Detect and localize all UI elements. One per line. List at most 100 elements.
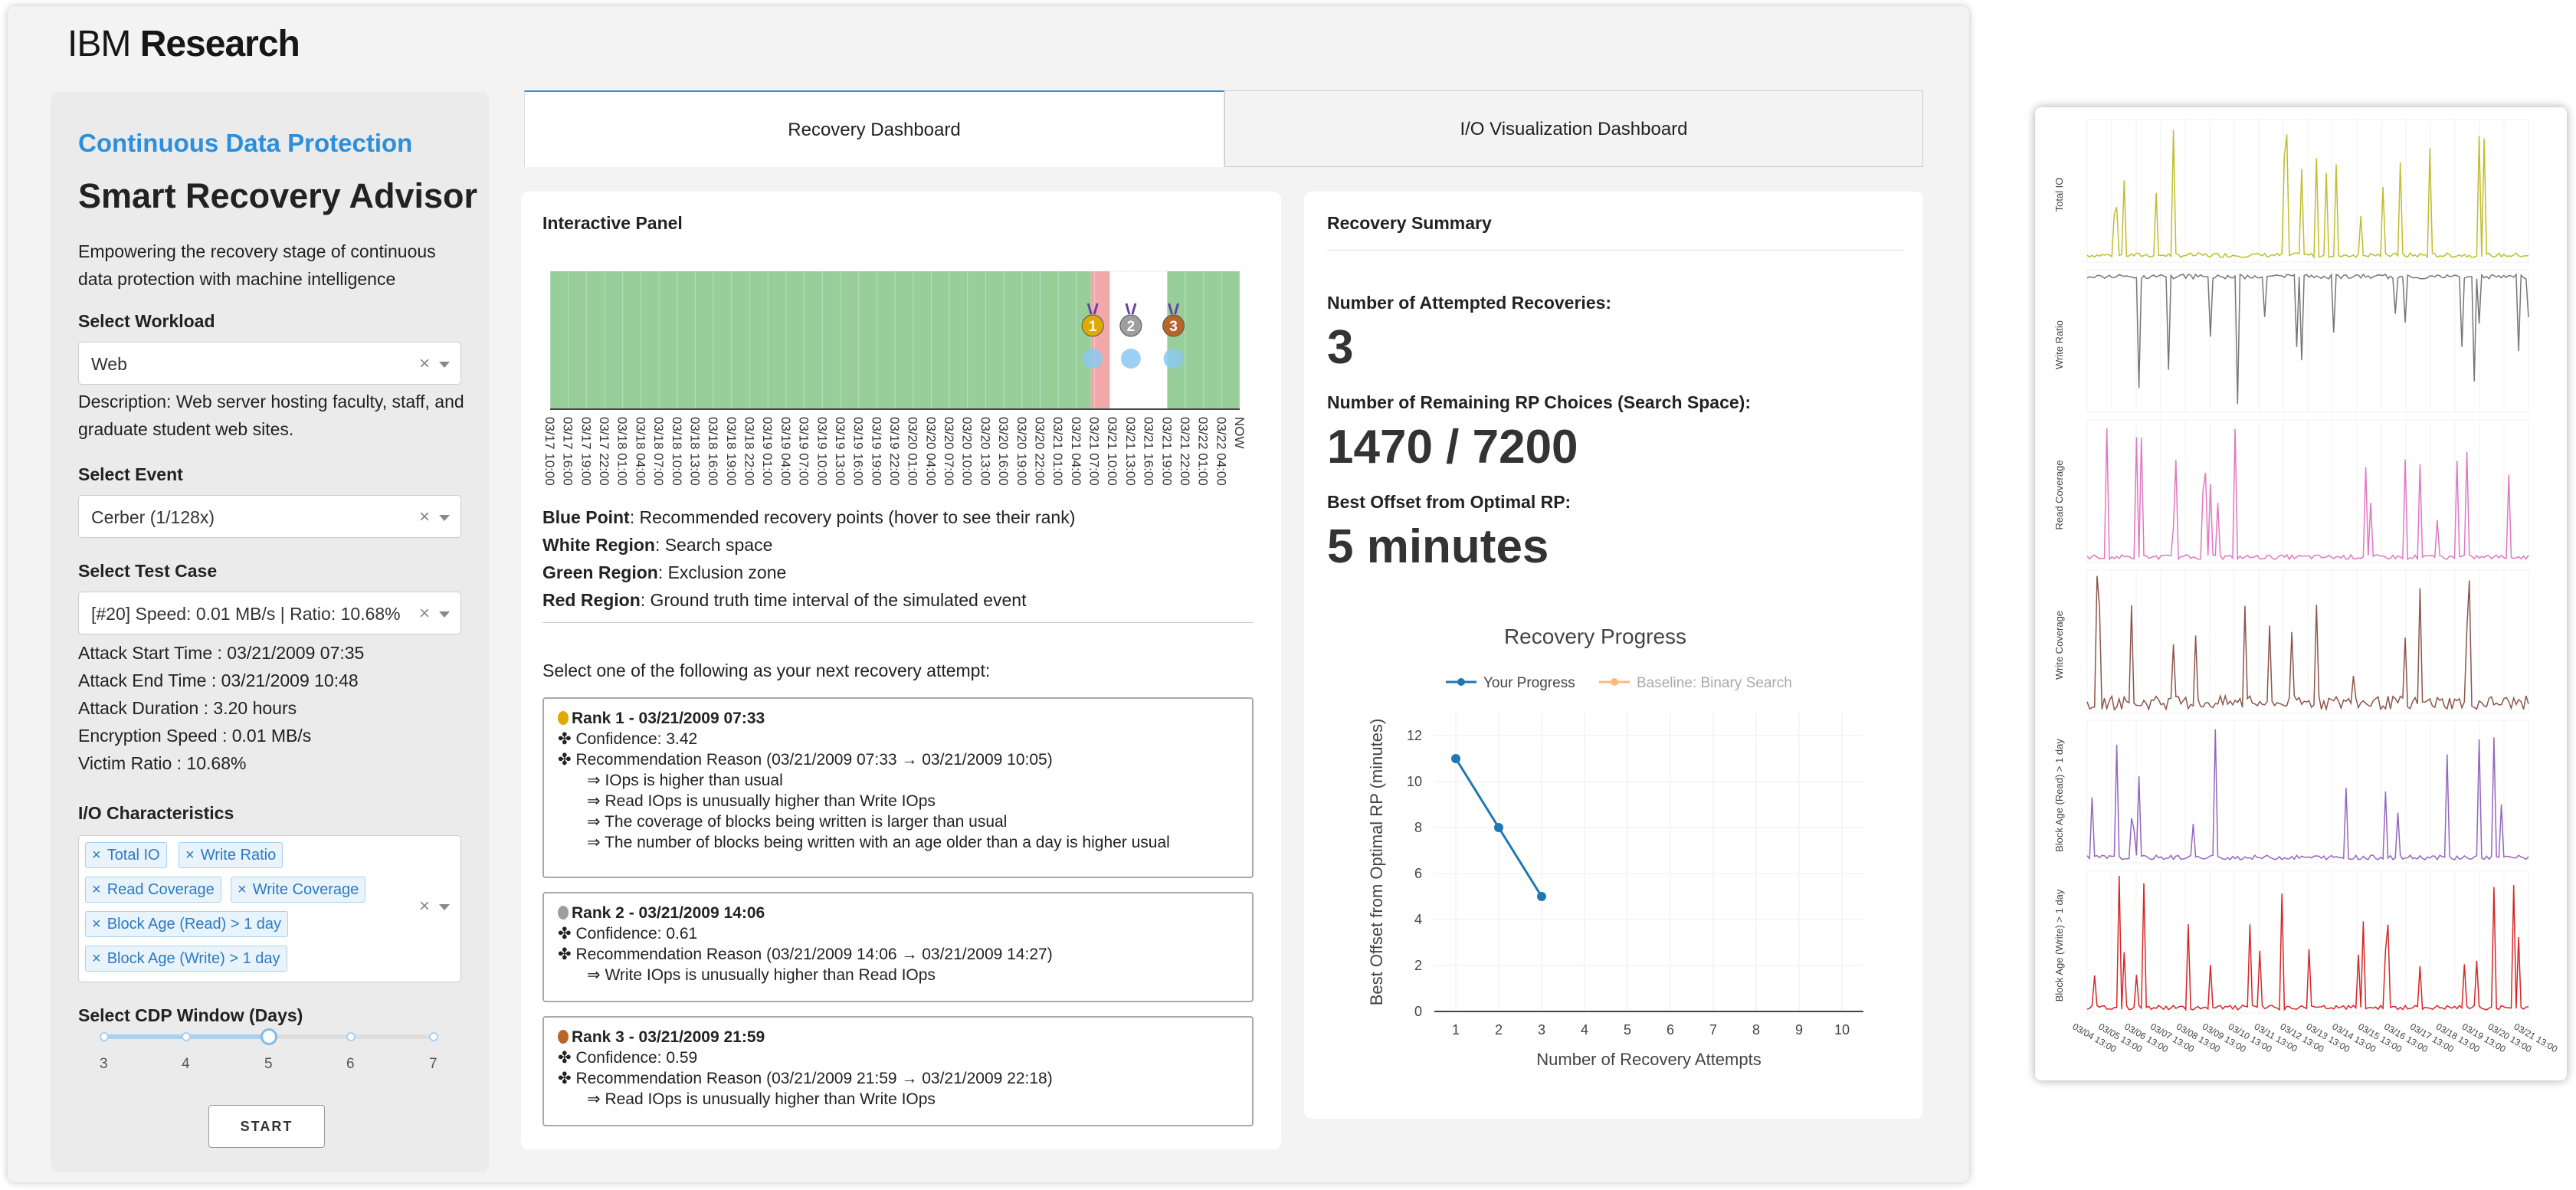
timeline-chart[interactable]: 03/17 10:00 03/17 16:00 03/17 19:00 03/17 2…	[539, 253, 1252, 490]
io-tag[interactable]: × Write Ratio	[179, 842, 283, 868]
test-case-value: [#20] Speed: 0.01 MB/s | Ratio: 10.68%	[91, 604, 401, 624]
timeline-tick-label: 03/22 01:00	[1196, 417, 1211, 486]
legend-term: Red Region	[542, 590, 641, 610]
x-tick-label: 2	[1495, 1022, 1503, 1038]
start-button[interactable]: START	[208, 1105, 325, 1148]
app-heading: Smart Recovery Advisor	[78, 176, 478, 215]
encryption-speed: Encryption Speed : 0.01 MB/s	[78, 726, 312, 746]
chevron-down-icon[interactable]	[439, 515, 450, 521]
chart-title: Recovery Progress	[1504, 625, 1686, 648]
tab-io-visualization[interactable]: I/O Visualization Dashboard	[1224, 90, 1923, 167]
timeline-tick-label: NOW	[1232, 417, 1247, 449]
io-tag[interactable]: × Block Age (Write) > 1 day	[85, 946, 287, 972]
clear-icon[interactable]: ×	[419, 353, 430, 375]
recommendation-card-rank-2[interactable]: Rank 2 - 03/21/2009 14:06 ✤ Confidence: …	[542, 892, 1254, 1002]
divider	[542, 622, 1254, 623]
timeline-tick-label: 03/18 01:00	[615, 417, 630, 486]
y-tick-label: 2	[1414, 958, 1422, 973]
legend-term: Green Region	[542, 562, 658, 582]
io-multiselect[interactable]: × Total IO × Write Ratio × Read Coverage × W…	[78, 835, 461, 982]
clear-icon[interactable]: ×	[419, 506, 430, 528]
rec-confidence: Confidence: 0.59	[575, 1049, 698, 1067]
remove-tag-icon[interactable]: ×	[92, 881, 101, 898]
slider-tick-label: 7	[429, 1056, 438, 1072]
timeline-tick-label: 03/20 01:00	[906, 417, 920, 486]
legend-label-baseline: Baseline: Binary Search	[1637, 675, 1792, 691]
legend-red-region: Red Region: Ground truth time interval o…	[542, 590, 1026, 611]
rec-bullet: IOps is higher than usual	[605, 772, 783, 789]
legend-marker-baseline	[1611, 678, 1618, 686]
io-tag[interactable]: × Block Age (Read) > 1 day	[85, 911, 289, 937]
chevron-down-icon[interactable]	[439, 904, 450, 910]
io-visualization-window: Total IO Write Ratio Read Coverage Write Co…	[2035, 107, 2567, 1080]
chevron-down-icon[interactable]	[439, 362, 450, 368]
tab-bar: Recovery Dashboard I/O Visualization Das…	[524, 90, 1923, 167]
offset-label: Best Offset from Optimal RP:	[1327, 492, 1571, 512]
ibm-research-logo: IBM Research	[67, 23, 300, 65]
timeline-tick-label: 03/21 22:00	[1178, 417, 1192, 486]
remove-tag-icon[interactable]: ×	[92, 916, 101, 933]
legend-desc: : Search space	[654, 535, 773, 555]
clear-icon[interactable]: ×	[419, 603, 430, 625]
rec-bullet: Read IOps is unusually higher than Write…	[605, 1090, 936, 1108]
slider-handle[interactable]	[261, 1028, 277, 1045]
y-tick-label: 8	[1414, 820, 1422, 835]
timeline-tick-label: 03/21 07:00	[1087, 417, 1102, 486]
event-select[interactable]: Cerber (1/128x) ×	[78, 495, 461, 538]
io-tag[interactable]: × Total IO	[85, 842, 167, 868]
io-tag[interactable]: × Read Coverage	[85, 877, 221, 903]
y-tick-label: 4	[1414, 912, 1422, 927]
test-case-label: Select Test Case	[78, 561, 218, 581]
remove-tag-icon[interactable]: ×	[92, 950, 101, 967]
victim-ratio: Victim Ratio : 10.68%	[78, 753, 247, 773]
io-tag-label: Read Coverage	[107, 881, 215, 898]
legend-desc: : Exclusion zone	[657, 562, 787, 582]
timeline-tick-label: 03/20 13:00	[978, 417, 992, 486]
timeline-tick-label: 03/19 19:00	[869, 417, 883, 486]
slider-tick-label: 3	[100, 1056, 108, 1072]
io-label: I/O Characteristics	[78, 803, 234, 823]
timeline-tick-label: 03/19 22:00	[887, 417, 902, 486]
chevron-down-icon[interactable]	[439, 611, 450, 618]
divider	[1327, 250, 1903, 251]
remove-tag-icon[interactable]: ×	[185, 847, 195, 864]
timeline-tick-label: 03/18 04:00	[633, 417, 647, 486]
x-tick-label: 5	[1624, 1022, 1631, 1038]
workload-select[interactable]: Web ×	[78, 342, 461, 385]
recommendation-card-rank-3[interactable]: Rank 3 - 03/21/2009 21:59 ✤ Confidence: …	[542, 1016, 1254, 1126]
timeline-tick-label: 03/20 19:00	[1014, 417, 1029, 486]
clear-icon[interactable]: ×	[419, 896, 430, 917]
rec-title: Rank 1 - 03/21/2009 07:33	[572, 710, 765, 727]
timeline-tick-label: 03/18 07:00	[651, 417, 666, 486]
timeline-tick-label: 03/17 19:00	[578, 417, 593, 486]
interactive-panel: Interactive Panel 03/17 10:00 03/17 16:00…	[521, 192, 1281, 1149]
timeline-tick-label: 03/21 04:00	[1069, 417, 1083, 486]
search-space-region	[1109, 270, 1168, 410]
rec-confidence: Confidence: 3.42	[575, 730, 698, 748]
timeline-tick-label: 03/17 16:00	[561, 417, 575, 486]
rank-number: 2	[1127, 319, 1136, 335]
remove-tag-icon[interactable]: ×	[92, 847, 101, 864]
x-tick-label: 3	[1538, 1022, 1545, 1038]
rec-confidence: Confidence: 0.61	[575, 925, 698, 942]
test-case-select[interactable]: [#20] Speed: 0.01 MB/s | Ratio: 10.68% ×	[78, 592, 461, 634]
io-multi-chart[interactable]: Total IO Write Ratio Read Coverage Write Co…	[2035, 107, 2567, 1080]
legend-white-region: White Region: Search space	[542, 535, 772, 556]
legend-desc: : Recommended recovery points (hover to …	[629, 507, 1076, 527]
io-tag[interactable]: × Write Coverage	[231, 877, 366, 903]
recovery-progress-chart[interactable]: Recovery Progress Your Progress Baseline: …	[1335, 613, 1886, 1088]
slider-tick-dot	[346, 1032, 356, 1041]
timeline-tick-label: 03/20 04:00	[923, 417, 938, 486]
x-axis-label: Number of Recovery Attempts	[1536, 1050, 1761, 1069]
recommendation-card-rank-1[interactable]: Rank 1 - 03/21/2009 07:33 ✤ Confidence: …	[542, 697, 1254, 878]
rec-bullet: The coverage of blocks being written is …	[605, 813, 1008, 831]
remove-tag-icon[interactable]: ×	[238, 881, 247, 898]
x-tick-label: 9	[1795, 1022, 1803, 1038]
sidebar-title: Continuous Data Protection	[78, 129, 413, 157]
cdp-slider[interactable]	[100, 1028, 438, 1045]
legend-marker-your-progress	[1457, 678, 1465, 686]
tab-recovery-dashboard[interactable]: Recovery Dashboard	[524, 90, 1224, 167]
slider-tick-dot	[100, 1032, 109, 1041]
cdp-label: Select CDP Window (Days)	[78, 1005, 303, 1025]
y-tick-label: 12	[1407, 728, 1422, 743]
